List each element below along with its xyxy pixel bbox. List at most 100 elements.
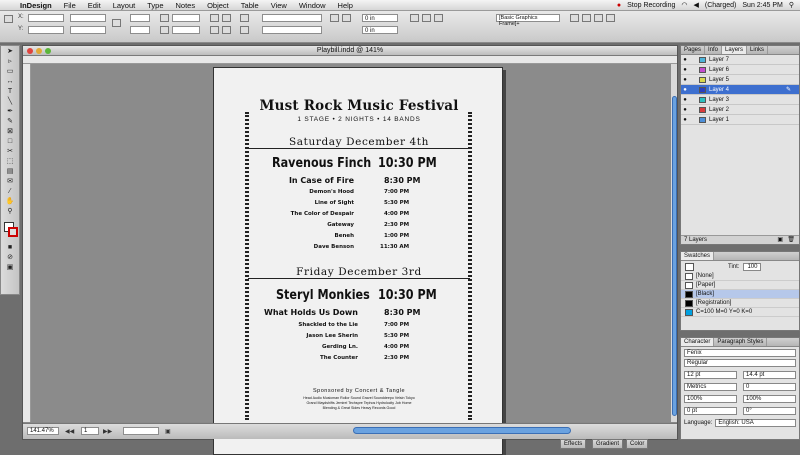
horizontal-ruler[interactable] <box>23 56 677 64</box>
act-time[interactable]: 11:30 AM <box>380 244 409 250</box>
menu-view[interactable]: View <box>265 1 293 10</box>
layer-row[interactable]: ● Layer 2 <box>681 105 799 115</box>
vertical-ruler[interactable] <box>23 64 31 422</box>
eye-icon[interactable]: ● <box>681 107 689 113</box>
direct-selection-icon[interactable]: ▹ <box>3 58 17 66</box>
eye-icon[interactable]: ● <box>681 77 689 83</box>
vertical-scroll-thumb[interactable] <box>672 96 677 416</box>
minimize-icon[interactable] <box>36 48 42 54</box>
gap-tool-icon[interactable]: ↔ <box>3 78 17 86</box>
layer-name[interactable]: Layer 4 <box>709 87 729 93</box>
horizontal-scale-field[interactable]: 100% <box>743 395 796 403</box>
act-band[interactable]: Line of Sight <box>254 200 354 206</box>
line-tool-icon[interactable]: ╲ <box>3 98 17 106</box>
fx-icon[interactable] <box>330 14 339 22</box>
fitting-icon[interactable] <box>422 14 431 22</box>
menu-layout[interactable]: Layout <box>107 1 142 10</box>
layer-name[interactable]: Layer 5 <box>709 77 729 83</box>
preflight-field[interactable] <box>123 427 159 435</box>
pasteboard[interactable]: Must Rock Music Festival 1 STAGE • 2 NIG… <box>31 64 677 455</box>
layer-row[interactable]: ● Layer 1 <box>681 115 799 125</box>
tint-field[interactable]: 100 <box>743 262 762 271</box>
zoom-icon[interactable] <box>45 48 51 54</box>
swatch-row[interactable]: [Registration] <box>681 299 799 308</box>
note-tool-icon[interactable]: ✉ <box>3 178 17 186</box>
rotate-icon[interactable] <box>160 14 169 22</box>
act-time[interactable]: 5:30 PM <box>384 200 409 206</box>
eyedropper-icon[interactable]: ⁄ <box>3 188 17 196</box>
select-content-icon[interactable] <box>222 26 231 34</box>
headliner-band[interactable]: Ravenous Finch <box>272 156 371 171</box>
font-size-field[interactable]: 12 pt <box>684 371 737 379</box>
swatch-row[interactable]: [None] <box>681 272 799 281</box>
headliner-time[interactable]: 10:30 PM <box>378 288 437 303</box>
act-band[interactable]: The Counter <box>254 355 358 361</box>
wifi-icon[interactable]: ◠ <box>681 1 687 9</box>
clock[interactable]: Sun 2:45 PM <box>742 2 782 9</box>
record-icon[interactable]: ● <box>617 2 621 9</box>
act-time[interactable]: 8:30 PM <box>384 176 421 185</box>
opacity-icon[interactable] <box>342 14 351 22</box>
layer-name[interactable]: Layer 7 <box>709 57 729 63</box>
tab-links[interactable]: Links <box>747 46 769 54</box>
type-tool-icon[interactable]: T <box>3 88 17 96</box>
ref-x-field[interactable]: 0 in <box>362 14 398 22</box>
scale-x-field[interactable] <box>130 14 150 22</box>
rectangle-tool-icon[interactable]: □ <box>3 138 17 146</box>
scale-y-field[interactable] <box>130 26 150 34</box>
menu-type[interactable]: Type <box>141 1 169 10</box>
horizontal-scroll-thumb[interactable] <box>353 427 571 434</box>
act-time[interactable]: 1:00 PM <box>384 233 409 239</box>
free-transform-icon[interactable]: ⬚ <box>3 158 17 166</box>
constrain-icon[interactable] <box>112 19 121 27</box>
pen-tool-icon[interactable]: ✒ <box>3 108 17 116</box>
hand-tool-icon[interactable]: ✋ <box>3 198 17 206</box>
next-page-icon[interactable]: ▶▶ <box>103 428 112 435</box>
sponsor-list-2[interactable]: Grand Maydshifts Jemirel Techspre Tephos… <box>248 401 470 405</box>
align-icon[interactable] <box>570 14 579 22</box>
act-time[interactable]: 7:00 PM <box>384 322 409 328</box>
act-band[interactable]: Shackled to the Lie <box>254 322 358 328</box>
w-field[interactable] <box>70 14 106 22</box>
delete-layer-icon[interactable]: 🗑 <box>787 236 795 245</box>
poster-subtitle[interactable]: 1 STAGE • 2 NIGHTS • 14 BANDS <box>248 116 470 123</box>
layer-row[interactable]: ● Layer 5 <box>681 75 799 85</box>
layer-name[interactable]: Layer 1 <box>709 117 729 123</box>
document-page[interactable]: Must Rock Music Festival 1 STAGE • 2 NIG… <box>213 67 503 455</box>
font-family-field[interactable]: Fenix <box>684 349 796 357</box>
stroke-type-field[interactable] <box>262 26 322 34</box>
layer-row[interactable]: ● Layer 6 <box>681 65 799 75</box>
tab-character[interactable]: Character <box>681 338 715 346</box>
act-band[interactable]: Demon's Hood <box>254 189 354 195</box>
tab-layers[interactable]: Layers <box>722 46 748 54</box>
tab-paragraph-styles[interactable]: Paragraph Styles <box>714 338 768 346</box>
h-field[interactable] <box>70 26 106 34</box>
act-band[interactable]: What Holds Us Down <box>254 308 358 317</box>
poster-title[interactable]: Must Rock Music Festival <box>248 98 470 114</box>
headliner-band[interactable]: Steryl Monkies <box>276 288 370 303</box>
eye-icon[interactable]: ● <box>681 87 689 93</box>
menu-help[interactable]: Help <box>332 1 359 10</box>
volume-icon[interactable]: ◀ <box>693 1 698 9</box>
sponsor-line[interactable]: Sponsored by Concert & Tangle <box>248 388 470 394</box>
menu-app[interactable]: InDesign <box>14 1 58 10</box>
fill-icon[interactable] <box>240 14 249 22</box>
act-band[interactable]: Gerding Ln. <box>254 344 358 350</box>
menu-window[interactable]: Window <box>293 1 332 10</box>
menu-notes[interactable]: Notes <box>170 1 202 10</box>
baseline-shift-field[interactable]: 0 pt <box>684 407 737 415</box>
eye-icon[interactable]: ● <box>681 97 689 103</box>
act-band[interactable]: Beneh <box>254 233 354 239</box>
swatch-row[interactable]: C=100 M=0 Y=0 K=0 <box>681 308 799 317</box>
first-page-icon[interactable]: ◀◀ <box>65 428 74 435</box>
friday-heading[interactable]: Friday December 3rd <box>248 266 470 279</box>
quick-apply-icon[interactable] <box>594 14 603 22</box>
tab-pages[interactable]: Pages <box>681 46 706 54</box>
y-field[interactable] <box>28 26 64 34</box>
tracking-field[interactable]: 0 <box>743 383 796 391</box>
act-band[interactable]: Jason Lee Sherin <box>254 333 358 339</box>
effects-panel-tab[interactable]: Effects <box>560 439 587 449</box>
zoom-field[interactable]: 141.47% <box>27 427 59 435</box>
act-time[interactable]: 2:30 PM <box>384 355 409 361</box>
gradient-tool-icon[interactable]: ▤ <box>3 168 17 176</box>
